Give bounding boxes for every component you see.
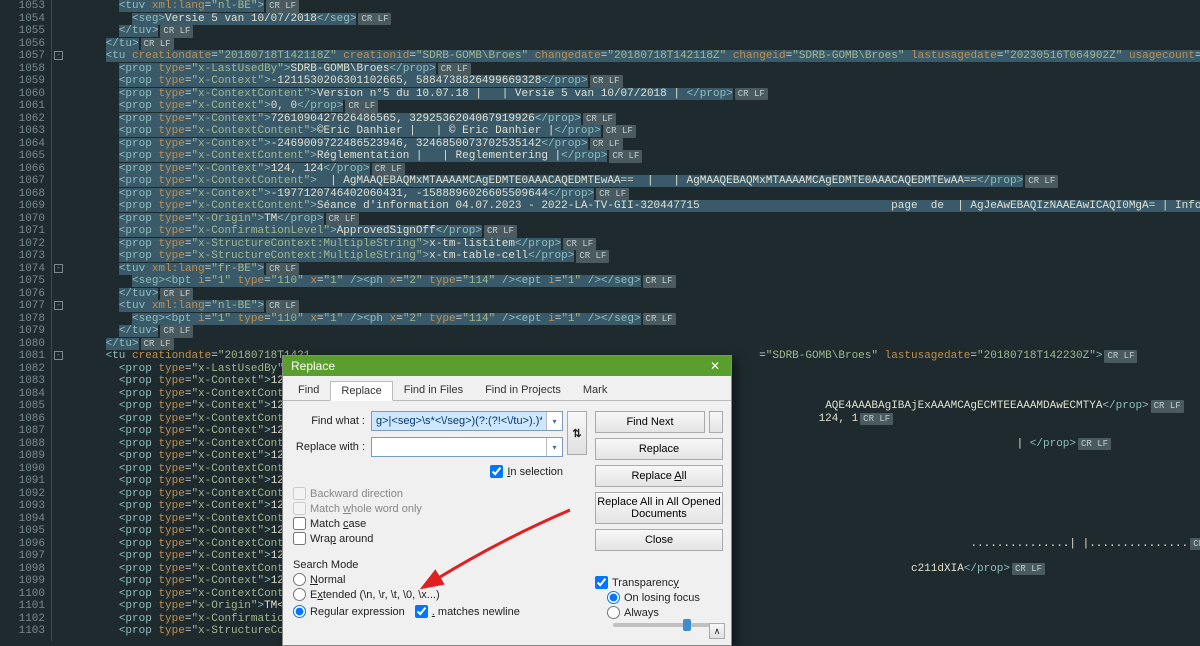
wrap-check[interactable]: Wrap around — [293, 532, 587, 545]
replace-all-open-button[interactable]: Replace All in All Opened Documents — [595, 492, 723, 524]
replace-dialog: Replace ✕ FindReplaceFind in FilesFind i… — [282, 355, 732, 646]
tab-find[interactable]: Find — [287, 380, 330, 400]
extended-radio[interactable]: Extended (\n, \r, \t, \0, \x...) — [293, 588, 520, 601]
find-next-dropdown[interactable] — [709, 411, 723, 433]
find-next-button[interactable]: Find Next — [595, 411, 705, 433]
always-radio[interactable]: Always — [607, 606, 723, 619]
dropdown-icon[interactable]: ▾ — [546, 412, 562, 430]
on-losing-radio[interactable]: On losing focus — [607, 591, 723, 604]
normal-radio[interactable]: Normal — [293, 573, 520, 586]
search-mode-label: Search Mode — [293, 559, 520, 571]
find-what-combo[interactable]: ▾ — [371, 411, 563, 431]
find-what-label: Find what : — [293, 415, 365, 427]
replace-with-input[interactable] — [372, 438, 546, 456]
swap-button[interactable]: ⇅ — [567, 411, 587, 455]
close-button[interactable]: Close — [595, 529, 723, 551]
transparency-slider[interactable] — [613, 623, 713, 627]
close-icon[interactable]: ✕ — [703, 357, 727, 375]
tab-mark[interactable]: Mark — [572, 380, 618, 400]
whole-word-check: Match whole word only — [293, 502, 587, 515]
line-number-gutter: 1053105410551056105710581059106010611062… — [0, 0, 52, 641]
tab-find-in-projects[interactable]: Find in Projects — [474, 380, 572, 400]
tab-find-in-files[interactable]: Find in Files — [393, 380, 474, 400]
replace-with-label: Replace with : — [293, 441, 365, 453]
caret-up-button[interactable]: ∧ — [709, 623, 725, 639]
transparency-check[interactable]: Transparency — [595, 576, 723, 589]
replace-button[interactable]: Replace — [595, 438, 723, 460]
replace-with-combo[interactable]: ▾ — [371, 437, 563, 457]
backward-check: Backward direction — [293, 487, 587, 500]
dialog-titlebar[interactable]: Replace ✕ — [283, 356, 731, 376]
replace-all-button[interactable]: Replace All — [595, 465, 723, 487]
fold-column: ---- — [52, 0, 66, 641]
dropdown-icon[interactable]: ▾ — [546, 438, 562, 456]
dialog-title: Replace — [291, 359, 335, 373]
match-case-check[interactable]: Match case — [293, 517, 587, 530]
tab-replace[interactable]: Replace — [330, 381, 392, 401]
regex-radio[interactable]: Regular expression — [293, 605, 405, 618]
dialog-tabs: FindReplaceFind in FilesFind in Projects… — [283, 376, 731, 401]
find-what-input[interactable] — [372, 412, 546, 430]
matches-newline-check[interactable]: . matches newline — [415, 605, 520, 618]
in-selection-check[interactable]: IIn selectionn selection — [490, 465, 563, 478]
